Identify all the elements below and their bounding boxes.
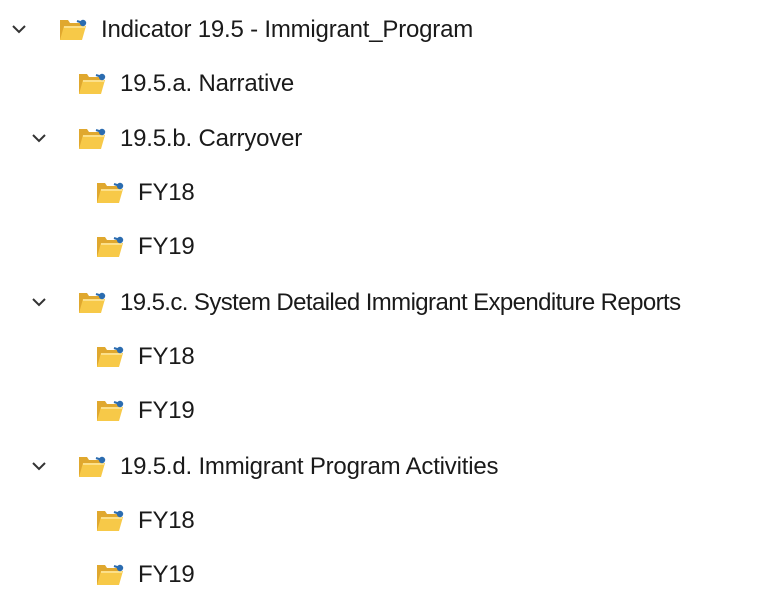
tree-item-label: 19.5.d. Immigrant Program Activities	[120, 453, 499, 480]
shared-folder-icon	[75, 290, 109, 316]
tree-item-19-5-c-expenditure-reports[interactable]: 19.5.c. System Detailed Immigrant Expend…	[0, 282, 778, 322]
tree-item-indicator-19-5[interactable]: Indicator 19.5 - Immigrant_Program	[0, 9, 778, 49]
tree-item-19-5-b-carryover[interactable]: 19.5.b. Carryover	[0, 118, 778, 158]
tree-item-label: FY19	[138, 561, 195, 588]
chevron-down-icon[interactable]	[10, 20, 28, 38]
tree-item-label: FY18	[138, 179, 195, 206]
chevron-down-icon[interactable]	[30, 129, 48, 147]
tree-item-label: 19.5.b. Carryover	[120, 125, 303, 152]
tree-item-fy18[interactable]: FY18	[0, 500, 778, 540]
tree-item-fy19[interactable]: FY19	[0, 390, 778, 430]
tree-item-label: Indicator 19.5 - Immigrant_Program	[101, 16, 474, 43]
tree-item-fy18[interactable]: FY18	[0, 336, 778, 376]
shared-folder-icon	[56, 17, 90, 43]
tree-item-19-5-a-narrative[interactable]: 19.5.a. Narrative	[0, 63, 778, 103]
folder-tree: Indicator 19.5 - Immigrant_Program 19.5.…	[0, 0, 778, 590]
shared-folder-icon	[93, 344, 127, 370]
tree-item-label: FY19	[138, 397, 195, 424]
shared-folder-icon	[93, 562, 127, 588]
shared-folder-icon	[93, 508, 127, 534]
tree-item-label: FY18	[138, 343, 195, 370]
tree-item-fy18[interactable]: FY18	[0, 172, 778, 212]
shared-folder-icon	[75, 71, 109, 97]
chevron-down-icon[interactable]	[30, 457, 48, 475]
shared-folder-icon	[75, 126, 109, 152]
tree-item-label: FY19	[138, 233, 195, 260]
tree-item-label: 19.5.a. Narrative	[120, 70, 295, 97]
shared-folder-icon	[93, 234, 127, 260]
shared-folder-icon	[93, 398, 127, 424]
tree-item-fy19[interactable]: FY19	[0, 554, 778, 590]
shared-folder-icon	[75, 454, 109, 480]
tree-item-19-5-d-program-activities[interactable]: 19.5.d. Immigrant Program Activities	[0, 446, 778, 486]
tree-item-label: 19.5.c. System Detailed Immigrant Expend…	[120, 289, 681, 316]
tree-item-fy19[interactable]: FY19	[0, 226, 778, 266]
tree-item-label: FY18	[138, 507, 195, 534]
shared-folder-icon	[93, 180, 127, 206]
chevron-down-icon[interactable]	[30, 293, 48, 311]
